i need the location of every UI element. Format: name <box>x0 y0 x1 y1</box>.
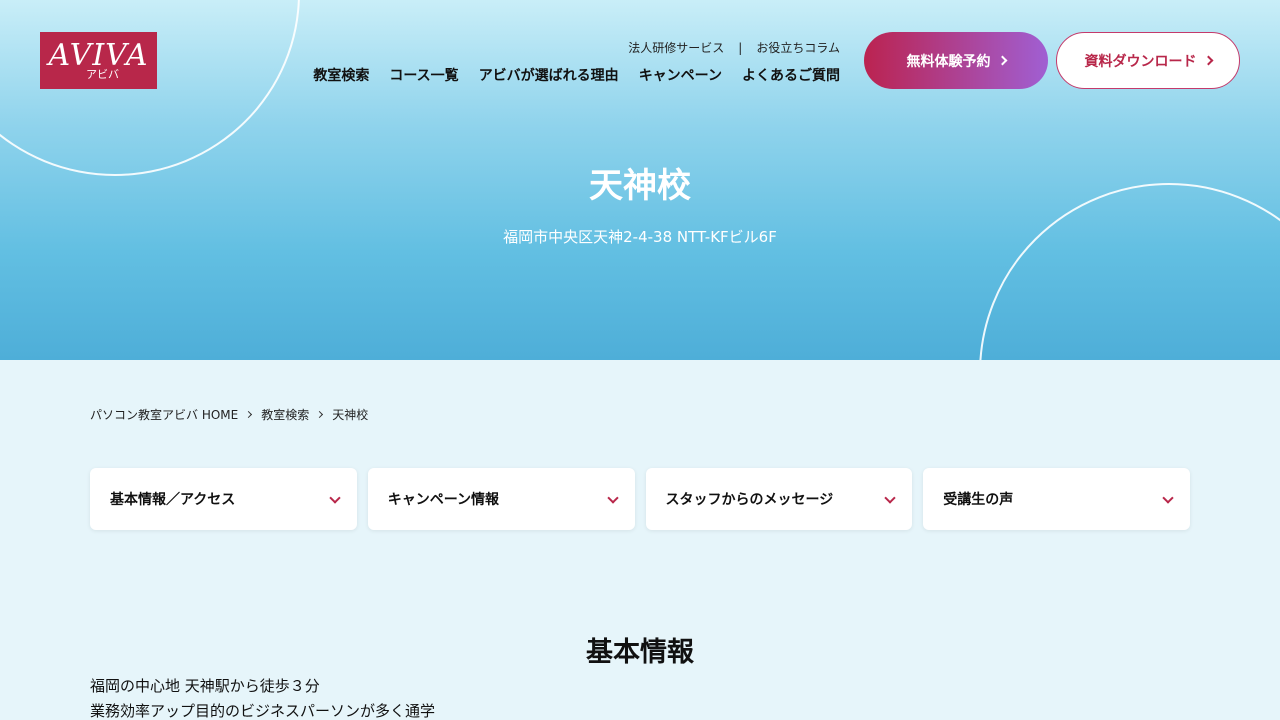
school-address: 福岡市中央区天神2-4-38 NTT-KFビル6F <box>503 228 777 246</box>
decorative-circle <box>979 183 1280 360</box>
tab-staff-message[interactable]: スタッフからのメッセージ <box>645 468 913 530</box>
utility-nav: 法人研修サービス | お役立ちコラム <box>628 39 840 56</box>
chevron-down-icon <box>329 492 341 504</box>
free-trial-label: 無料体験予約 <box>906 53 991 70</box>
tab-label: 基本情報／アクセス <box>110 492 236 508</box>
util-nav-separator: | <box>738 40 743 55</box>
nav-item-course-list[interactable]: コース一覧 <box>389 65 458 85</box>
tab-basic-info[interactable]: 基本情報／アクセス <box>90 468 357 530</box>
section-tabs: 基本情報／アクセス キャンペーン情報 スタッフからのメッセージ 受講生の声 <box>90 468 1190 530</box>
tab-label: 受講生の声 <box>943 492 1014 508</box>
chevron-down-icon <box>606 492 619 504</box>
section-description: 福岡の中心地 天神駅から徒歩３分 業務効率アップ目的のビジネスパーソンが多く通学 <box>90 674 435 720</box>
chevron-down-icon <box>1162 492 1174 504</box>
logo-subtext: アビバ <box>86 68 119 81</box>
chevron-down-icon <box>884 492 896 504</box>
util-link-corporate-training[interactable]: 法人研修サービス <box>628 39 724 56</box>
hero-banner: AVIVA アビバ 法人研修サービス | お役立ちコラム 教室検索 コース一覧 … <box>0 0 1280 360</box>
breadcrumb-classroom-search[interactable]: 教室検索 <box>261 406 309 423</box>
tab-label: スタッフからのメッセージ <box>665 492 834 508</box>
chevron-right-icon <box>245 410 253 419</box>
section-title: 基本情報 <box>586 637 694 668</box>
chevron-right-icon <box>1203 55 1213 66</box>
main-nav: 教室検索 コース一覧 アビバが選ばれる理由 キャンペーン よくあるご質問 <box>313 65 840 85</box>
nav-item-reasons[interactable]: アビバが選ばれる理由 <box>479 65 619 85</box>
site-logo[interactable]: AVIVA アビバ <box>40 32 157 89</box>
download-materials-button[interactable]: 資料ダウンロード <box>1056 32 1240 89</box>
nav-item-campaign[interactable]: キャンペーン <box>639 65 722 85</box>
util-link-column[interactable]: お役立ちコラム <box>756 39 840 56</box>
logo-wordmark: AVIVA <box>48 38 149 73</box>
description-line: 福岡の中心地 天神駅から徒歩３分 <box>90 677 320 695</box>
tab-campaign[interactable]: キャンペーン情報 <box>367 468 635 530</box>
description-line: 業務効率アップ目的のビジネスパーソンが多く通学 <box>90 702 436 720</box>
breadcrumb-home[interactable]: パソコン教室アビバ HOME <box>90 406 238 423</box>
download-label: 資料ダウンロード <box>1084 53 1197 70</box>
chevron-right-icon <box>997 55 1007 66</box>
nav-item-faq[interactable]: よくあるご質問 <box>742 65 840 85</box>
tab-label: キャンペーン情報 <box>387 492 500 508</box>
page-title: 天神校 <box>589 166 691 206</box>
breadcrumb: パソコン教室アビバ HOME 教室検索 天神校 <box>90 406 368 423</box>
breadcrumb-current: 天神校 <box>332 408 369 422</box>
free-trial-button[interactable]: 無料体験予約 <box>864 32 1048 89</box>
tab-student-voices[interactable]: 受講生の声 <box>923 468 1190 530</box>
chevron-right-icon <box>316 410 324 419</box>
nav-item-classroom-search[interactable]: 教室検索 <box>313 65 369 85</box>
